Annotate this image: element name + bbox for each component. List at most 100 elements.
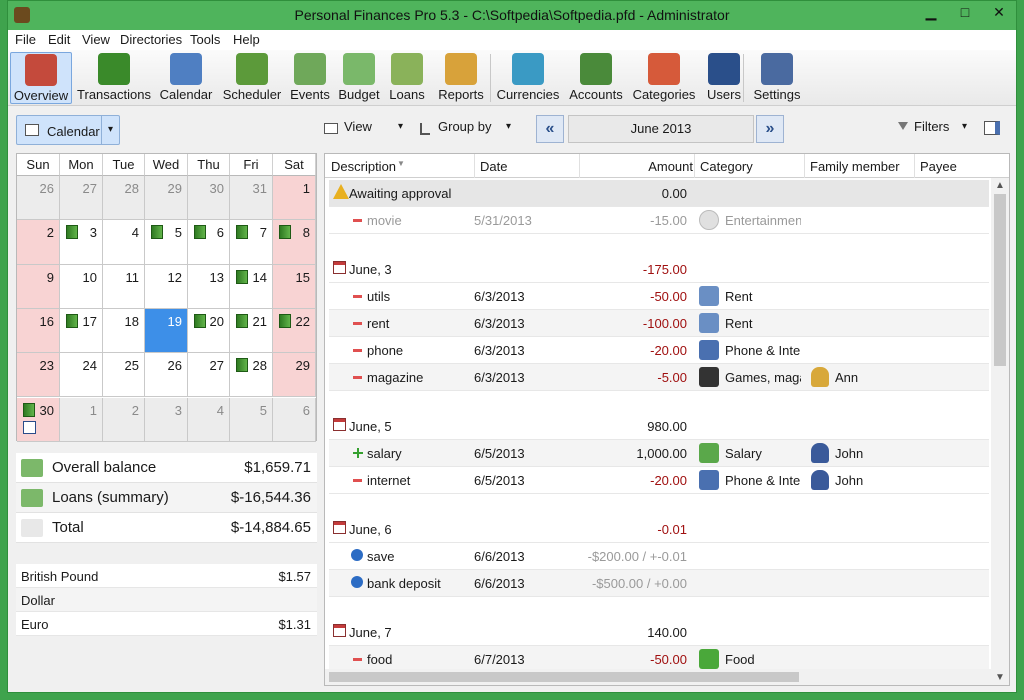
calendar-view-button[interactable]: Calendar ▾ (16, 115, 120, 145)
view-button[interactable]: View (344, 119, 372, 134)
calendar-day[interactable]: 30 (188, 176, 230, 221)
list-row[interactable]: Awaiting approval 0.00 (329, 180, 989, 207)
calendar-day[interactable]: 13 (188, 264, 230, 309)
calendar-day[interactable]: 17 (60, 308, 103, 354)
column-header-category[interactable]: Category (700, 159, 753, 174)
calendar-day[interactable]: 23 (17, 353, 60, 398)
toolbar-budget-button[interactable]: Budget (336, 52, 382, 104)
calendar-day[interactable]: 3 (145, 397, 188, 442)
list-row[interactable]: utils 6/3/2013 -50.00 Rent (329, 283, 989, 310)
view-dropdown-icon[interactable]: ▾ (398, 121, 403, 132)
list-row[interactable]: June, 5 980.00 (329, 413, 989, 440)
scroll-down-icon[interactable]: ▼ (995, 672, 1005, 683)
column-header-amount[interactable]: Amount (585, 159, 693, 174)
list-row[interactable]: June, 3 -175.00 (329, 256, 989, 283)
calendar-day[interactable]: 30 (17, 397, 60, 442)
list-row[interactable]: June, 7 140.00 (329, 619, 989, 646)
filters-dropdown-icon[interactable]: ▾ (962, 121, 967, 132)
calendar-day[interactable]: 16 (17, 308, 60, 354)
menu-file[interactable]: File (15, 32, 36, 47)
column-header-family-member[interactable]: Family member (810, 159, 900, 174)
group-by-dropdown-icon[interactable]: ▾ (506, 121, 511, 132)
calendar-day[interactable]: 27 (60, 176, 103, 221)
group-by-button[interactable]: Group by (438, 119, 491, 134)
calendar-day[interactable]: 19 (145, 308, 188, 354)
toolbar-events-button[interactable]: Events (288, 52, 332, 104)
list-row[interactable]: bank deposit 6/6/2013 -$500.00 / +0.00 (329, 570, 989, 597)
horizontal-scroll-thumb[interactable] (329, 672, 799, 682)
filters-button[interactable]: Filters (914, 119, 949, 134)
calendar-day[interactable]: 28 (103, 176, 145, 221)
calendar-day[interactable]: 24 (60, 353, 103, 398)
toolbar-accounts-button[interactable]: Accounts (566, 52, 626, 104)
calendar-day[interactable]: 29 (273, 353, 316, 398)
menu-tools[interactable]: Tools (190, 32, 220, 47)
close-button[interactable]: ✕ (982, 1, 1016, 23)
toolbar-currencies-button[interactable]: Currencies (494, 52, 562, 104)
calendar-day[interactable]: 31 (230, 176, 273, 221)
list-row[interactable]: internet 6/5/2013 -20.00 Phone & Inte John (329, 467, 989, 494)
toolbar-users-button[interactable]: Users (702, 52, 746, 104)
column-header-payee[interactable]: Payee (920, 159, 957, 174)
toolbar-scheduler-button[interactable]: Scheduler (220, 52, 284, 104)
calendar-day[interactable]: 6 (273, 397, 316, 442)
toolbar-categories-button[interactable]: Categories (630, 52, 698, 104)
previous-period-button[interactable]: « (536, 115, 564, 143)
horizontal-scrollbar[interactable] (325, 669, 991, 685)
menu-view[interactable]: View (82, 32, 110, 47)
chevron-down-icon[interactable]: ▾ (101, 116, 119, 144)
list-row[interactable]: movie 5/31/2013 -15.00 Entertainmen (329, 207, 989, 234)
toolbar-reports-button[interactable]: Reports (432, 52, 490, 104)
column-header-description[interactable]: Description (331, 159, 396, 174)
list-row[interactable]: save 6/6/2013 -$200.00 / +-0.01 (329, 543, 989, 570)
vertical-scroll-thumb[interactable] (994, 194, 1006, 366)
vertical-scrollbar[interactable]: ▲ ▼ (991, 178, 1009, 685)
list-row[interactable]: phone 6/3/2013 -20.00 Phone & Inte (329, 337, 989, 364)
toolbar-calendar-button[interactable]: Calendar (156, 52, 216, 104)
calendar-day[interactable]: 15 (273, 264, 316, 309)
next-period-button[interactable]: » (756, 115, 784, 143)
calendar-day[interactable]: 4 (188, 397, 230, 442)
calendar-day[interactable]: 10 (60, 264, 103, 309)
toolbar-settings-button[interactable]: Settings (752, 52, 802, 104)
calendar-day[interactable]: 8 (273, 220, 316, 265)
calendar-day[interactable]: 1 (60, 397, 103, 442)
calendar-day[interactable]: 5 (145, 220, 188, 265)
menu-directories[interactable]: Directories (120, 32, 182, 47)
calendar-day[interactable]: 28 (230, 353, 273, 398)
calendar-day[interactable]: 14 (230, 264, 273, 309)
minimize-button[interactable]: ▁ (914, 1, 948, 23)
calendar-day[interactable]: 29 (145, 176, 188, 221)
toolbar-transactions-button[interactable]: Transactions (76, 52, 152, 104)
toolbar-loans-button[interactable]: Loans (386, 52, 428, 104)
calendar-day[interactable]: 27 (188, 353, 230, 398)
menu-help[interactable]: Help (233, 32, 260, 47)
calendar-day[interactable]: 26 (145, 353, 188, 398)
calendar-day[interactable]: 26 (17, 176, 60, 221)
calendar-day[interactable]: 18 (103, 308, 145, 354)
calendar-day[interactable]: 1 (273, 176, 316, 221)
calendar-day[interactable]: 11 (103, 264, 145, 309)
list-row[interactable]: salary 6/5/2013 1,000.00 Salary John (329, 440, 989, 467)
list-row[interactable]: June, 6 -0.01 (329, 516, 989, 543)
menu-edit[interactable]: Edit (48, 32, 70, 47)
list-row[interactable]: rent 6/3/2013 -100.00 Rent (329, 310, 989, 337)
toolbar-overview-button[interactable]: Overview (10, 52, 72, 104)
maximize-button[interactable]: □ (948, 1, 982, 23)
calendar-day[interactable]: 9 (17, 264, 60, 309)
scroll-up-icon[interactable]: ▲ (995, 180, 1005, 191)
calendar-day[interactable]: 4 (103, 220, 145, 265)
calendar-day[interactable]: 25 (103, 353, 145, 398)
calendar-day[interactable]: 21 (230, 308, 273, 354)
column-header-date[interactable]: Date (480, 159, 507, 174)
calendar-day[interactable]: 7 (230, 220, 273, 265)
calendar-day[interactable]: 3 (60, 220, 103, 265)
calendar-day[interactable]: 6 (188, 220, 230, 265)
title-bar[interactable]: Personal Finances Pro 5.3 - C:\Softpedia… (8, 1, 1016, 30)
calendar-day[interactable]: 5 (230, 397, 273, 442)
period-selector[interactable]: June 2013 (568, 115, 754, 143)
panel-toggle-icon[interactable] (984, 121, 1000, 135)
list-row[interactable]: magazine 6/3/2013 -5.00 Games, maga Ann (329, 364, 989, 391)
calendar-day[interactable]: 2 (17, 220, 60, 265)
calendar-day[interactable]: 22 (273, 308, 316, 354)
